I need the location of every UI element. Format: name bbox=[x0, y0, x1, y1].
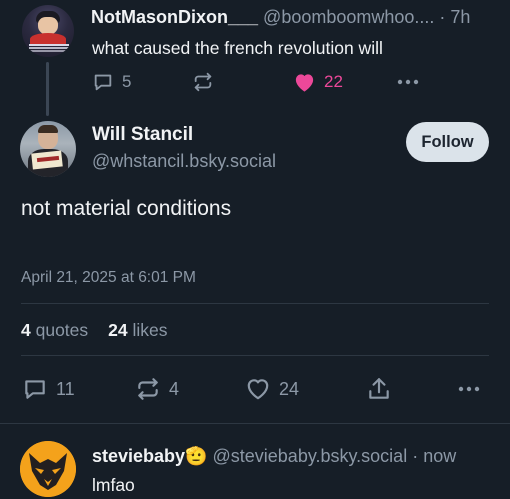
reply-name-emoji: 🫡 bbox=[185, 446, 208, 466]
reply-display-name[interactable]: steviebaby bbox=[92, 446, 185, 466]
parent-actions: 5 22 bbox=[0, 68, 510, 96]
parent-post-text: what caused the french revolution will bbox=[92, 38, 383, 58]
main-handle[interactable]: @whstancil.bsky.social bbox=[92, 151, 276, 172]
parent-repost-button[interactable] bbox=[192, 68, 214, 96]
parent-like-button[interactable]: 22 bbox=[293, 68, 343, 96]
divider bbox=[21, 355, 489, 356]
reply-post-text: lmfao bbox=[92, 475, 135, 495]
parent-display-name[interactable]: NotMasonDixon___ bbox=[91, 7, 258, 27]
main-actions: 11 4 24 bbox=[0, 374, 510, 404]
repost-icon bbox=[138, 378, 158, 400]
main-reply-count: 11 bbox=[56, 378, 75, 399]
share-icon bbox=[369, 378, 389, 399]
divider bbox=[21, 303, 489, 304]
parent-separator: · bbox=[434, 7, 451, 27]
parent-time[interactable]: 7h bbox=[450, 7, 470, 27]
divider bbox=[0, 423, 510, 424]
main-like-button[interactable]: 24 bbox=[245, 374, 299, 404]
reply-separator: · bbox=[407, 446, 424, 466]
main-repost-count: 4 bbox=[169, 378, 180, 399]
main-repost-button[interactable]: 4 bbox=[135, 374, 179, 404]
heart-icon bbox=[247, 379, 269, 400]
reply-icon bbox=[25, 380, 45, 399]
wolf-logo-icon bbox=[20, 441, 76, 497]
parent-reply-button[interactable]: 5 bbox=[92, 68, 131, 96]
parent-post[interactable]: NotMasonDixon___ @boomboomwhoo.... · 7h … bbox=[0, 0, 510, 104]
engagement-stats: 4 quotes 24 likes bbox=[21, 320, 168, 341]
more-icon bbox=[458, 386, 480, 392]
main-display-name[interactable]: Will Stancil bbox=[92, 124, 193, 146]
main-more-button[interactable] bbox=[457, 374, 481, 404]
reply-handle[interactable]: @steviebaby.bsky.social bbox=[213, 446, 408, 466]
reply-avatar[interactable] bbox=[20, 441, 76, 497]
parent-like-count: 22 bbox=[324, 72, 343, 91]
reply-icon bbox=[94, 74, 112, 91]
follow-button[interactable]: Follow bbox=[406, 122, 489, 162]
parent-handle[interactable]: @boomboomwhoo.... bbox=[263, 7, 434, 27]
parent-reply-count: 5 bbox=[122, 72, 132, 91]
parent-more-button[interactable] bbox=[396, 68, 420, 96]
main-share-button[interactable] bbox=[366, 374, 392, 404]
quotes-label: quotes bbox=[35, 320, 89, 340]
parent-avatar[interactable] bbox=[22, 5, 74, 57]
likes-label: likes bbox=[132, 320, 168, 340]
quotes-count: 4 bbox=[21, 320, 31, 340]
repost-icon bbox=[194, 72, 212, 92]
more-icon bbox=[397, 79, 419, 85]
reply-time[interactable]: now bbox=[423, 446, 456, 466]
heart-icon bbox=[295, 74, 314, 92]
main-author-avatar[interactable] bbox=[20, 121, 76, 177]
likes-stat[interactable]: 24 likes bbox=[108, 320, 167, 340]
main-post-text: not material conditions bbox=[21, 197, 232, 220]
thread-view: NotMasonDixon___ @boomboomwhoo.... · 7h … bbox=[0, 0, 510, 499]
main-post-timestamp: April 21, 2025 at 6:01 PM bbox=[21, 269, 196, 286]
main-reply-button[interactable]: 11 bbox=[22, 374, 75, 404]
reply-post-header: steviebaby🫡 @steviebaby.bsky.social · no… bbox=[92, 446, 502, 470]
parent-post-header: NotMasonDixon___ @boomboomwhoo.... · 7h bbox=[91, 7, 496, 31]
likes-count: 24 bbox=[108, 320, 128, 340]
main-like-count: 24 bbox=[279, 378, 300, 399]
thread-connector-line bbox=[46, 62, 49, 116]
quotes-stat[interactable]: 4 quotes bbox=[21, 320, 88, 340]
